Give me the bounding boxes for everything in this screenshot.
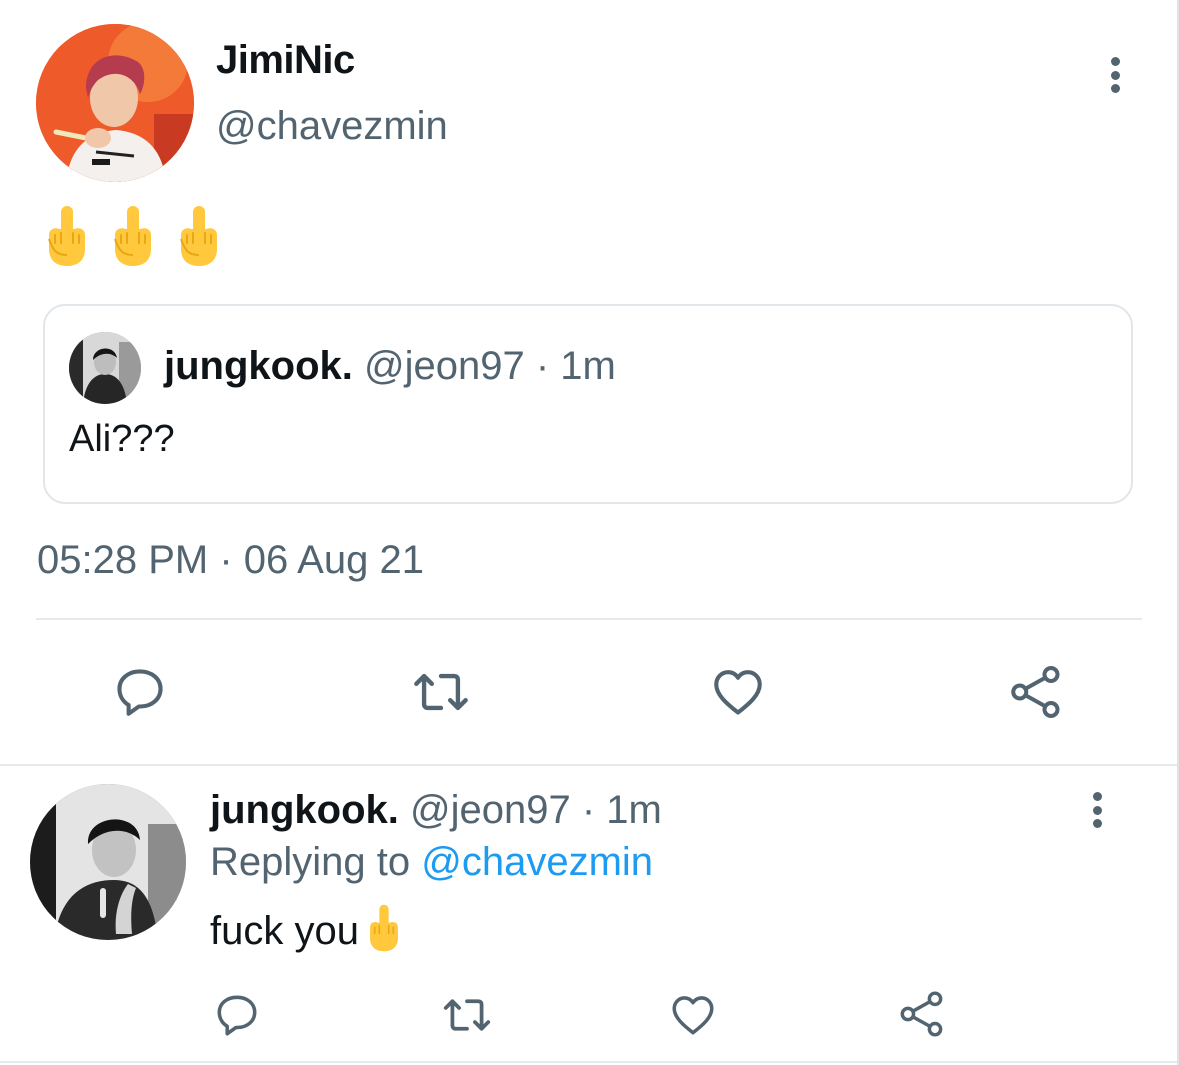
reply-share-icon[interactable] bbox=[894, 986, 950, 1042]
like-icon[interactable] bbox=[706, 660, 770, 724]
middle-finger-emoji bbox=[114, 206, 151, 266]
author-handle[interactable]: @chavezmin bbox=[216, 104, 448, 149]
quoted-tweet-card[interactable] bbox=[43, 304, 1133, 504]
quoted-tweet-header: jungkook. @jeon97 · 1m bbox=[164, 344, 616, 389]
reply-reply-icon[interactable] bbox=[210, 988, 264, 1042]
share-icon[interactable] bbox=[1004, 660, 1068, 724]
tweet-timestamp: 05:28 PM · 06 Aug 21 bbox=[37, 538, 424, 582]
tweet-body bbox=[44, 205, 222, 267]
reply-author-avatar[interactable] bbox=[30, 784, 186, 940]
reply-author-meta: @jeon97 · 1m bbox=[410, 788, 662, 832]
author-avatar[interactable] bbox=[36, 24, 194, 182]
quoted-author-meta: @jeon97 · 1m bbox=[364, 344, 616, 388]
reply-header: jungkook. @jeon97 · 1m bbox=[210, 788, 662, 833]
quoted-author-avatar[interactable] bbox=[69, 332, 141, 404]
reply-author-name[interactable]: jungkook. bbox=[210, 788, 399, 832]
middle-finger-emoji bbox=[180, 206, 217, 266]
replying-to-label: Replying to bbox=[210, 840, 411, 884]
more-options-icon[interactable] bbox=[1108, 57, 1122, 93]
middle-finger-emoji bbox=[370, 904, 398, 952]
reply-body: fuck you bbox=[210, 904, 403, 954]
quoted-tweet-text: Ali??? bbox=[69, 418, 175, 460]
reply-like-icon[interactable] bbox=[666, 988, 720, 1042]
replying-to-handle[interactable]: @chavezmin bbox=[421, 840, 653, 884]
retweet-icon[interactable] bbox=[406, 660, 476, 724]
reply-retweet-icon[interactable] bbox=[437, 988, 497, 1042]
reply-more-options-icon[interactable] bbox=[1090, 792, 1104, 828]
reply-text: fuck you bbox=[210, 909, 359, 953]
section-divider bbox=[0, 764, 1177, 766]
reply-icon[interactable] bbox=[108, 660, 172, 724]
quoted-author-name[interactable]: jungkook. bbox=[164, 344, 353, 388]
author-name[interactable]: JimiNic bbox=[216, 38, 355, 83]
replying-to: Replying to @chavezmin bbox=[210, 840, 653, 885]
bottom-divider bbox=[0, 1061, 1177, 1063]
middle-finger-emoji bbox=[48, 206, 85, 266]
divider bbox=[36, 618, 1142, 620]
